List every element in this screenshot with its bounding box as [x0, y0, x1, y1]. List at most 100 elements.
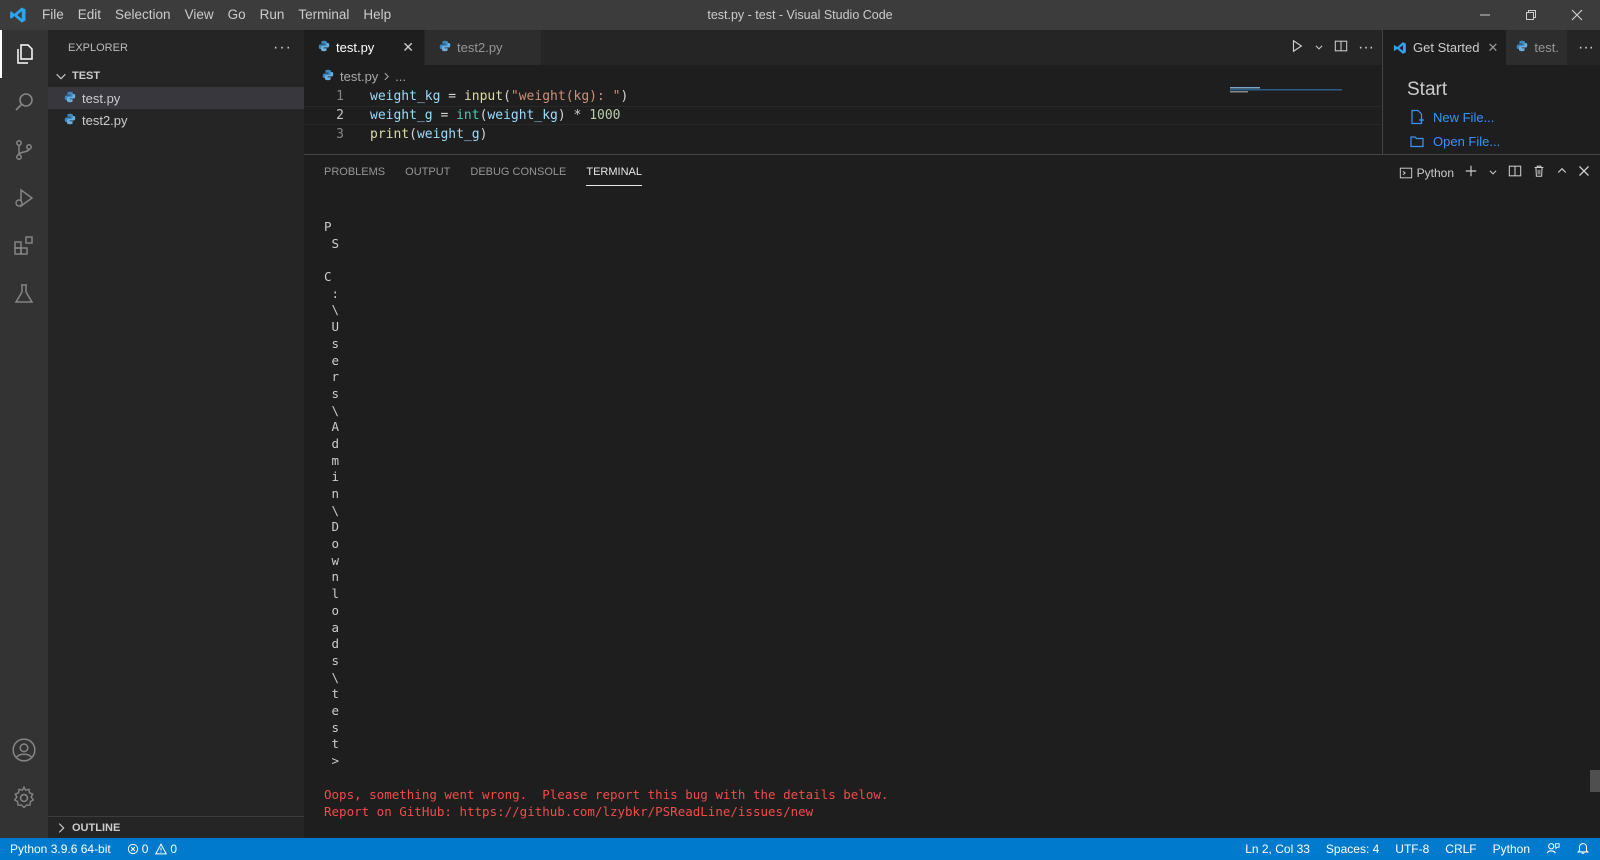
code-line: 1 weight_kg = input("weight(kg): "): [304, 87, 1382, 106]
more-actions-icon[interactable]: ···: [1574, 30, 1594, 65]
line-number: 1: [336, 89, 344, 104]
breadcrumb-symbols[interactable]: ...: [395, 69, 406, 84]
settings-gear-icon[interactable]: [0, 774, 48, 822]
restore-button[interactable]: [1508, 0, 1554, 30]
notifications-bell-icon[interactable]: [1576, 841, 1590, 858]
problems-status[interactable]: 0 0: [127, 842, 177, 856]
terminal-line: P: [324, 219, 332, 234]
token: ): [620, 89, 629, 104]
error-line: Report on GitHub: https://github.com/lzy…: [324, 803, 814, 819]
warning-icon: [155, 843, 168, 855]
folder-section-test[interactable]: TEST: [48, 65, 304, 87]
search-icon[interactable]: [0, 78, 48, 126]
maximize-panel-chevron-up-icon[interactable]: [1556, 165, 1568, 180]
right-editor-group: Get Started ✕ test. ··· Start New File..…: [1382, 30, 1600, 154]
code-line-current: 2 weight_g = int(weight_kg) * 1000: [304, 106, 1382, 125]
terminal-line: l: [324, 586, 340, 602]
code-text: weight_g = int(weight_kg) * 1000: [344, 108, 621, 123]
breadcrumb: test.py ...: [304, 65, 1382, 87]
file-label: test.py: [82, 90, 121, 106]
terminal-shell-selector[interactable]: Python: [1399, 166, 1454, 180]
token: weight_kg: [370, 89, 441, 104]
file-item-test2-py[interactable]: test2.py: [48, 109, 304, 131]
terminal-line: A: [324, 419, 340, 435]
terminal-line: d: [324, 435, 340, 451]
python-interpreter-status[interactable]: Python 3.9.6 64-bit: [10, 842, 111, 856]
minimize-button[interactable]: [1462, 0, 1508, 30]
new-file-link[interactable]: New File...: [1383, 105, 1600, 129]
outline-section[interactable]: OUTLINE: [48, 816, 304, 838]
tab-get-started[interactable]: Get Started ✕: [1383, 30, 1507, 65]
close-window-button[interactable]: [1554, 0, 1600, 30]
accounts-icon[interactable]: [0, 726, 48, 774]
tab-debug-console[interactable]: DEBUG CONSOLE: [470, 155, 566, 190]
menu-file[interactable]: File: [35, 0, 71, 30]
eol-status[interactable]: CRLF: [1445, 842, 1476, 856]
terminal-line: \: [324, 402, 340, 418]
menu-selection[interactable]: Selection: [108, 0, 178, 30]
file-label: test2.py: [82, 112, 128, 128]
testing-flask-icon[interactable]: [0, 270, 48, 318]
python-file-icon: [439, 40, 451, 55]
more-actions-icon[interactable]: ···: [273, 39, 292, 57]
more-actions-icon[interactable]: ···: [1358, 39, 1374, 57]
tab-terminal[interactable]: TERMINAL: [586, 155, 642, 190]
tab-test-py[interactable]: test.py ✕: [304, 30, 426, 65]
run-debug-icon[interactable]: [0, 174, 48, 222]
new-terminal-plus-icon[interactable]: [1464, 164, 1478, 181]
split-editor-icon[interactable]: [1334, 39, 1348, 56]
tab-test2-py[interactable]: test2.py: [425, 30, 542, 65]
chevron-down-icon[interactable]: [1314, 40, 1324, 55]
terminal-line: e: [324, 702, 340, 718]
close-tab-icon[interactable]: ✕: [402, 39, 414, 56]
menu-terminal[interactable]: Terminal: [291, 0, 356, 30]
window-controls: [1462, 0, 1600, 30]
encoding-status[interactable]: UTF-8: [1395, 842, 1429, 856]
close-panel-icon[interactable]: [1578, 165, 1590, 180]
chevron-down-icon[interactable]: [1488, 166, 1498, 180]
open-file-link[interactable]: Open File...: [1383, 129, 1600, 153]
terminal-line: r: [324, 369, 340, 385]
editor-tabs: test.py ✕ test2.py ···: [304, 30, 1382, 65]
terminal-output[interactable]: P S C : \ U s e r s \ A d m i n \ D o w n…: [324, 219, 339, 770]
token: weight_g: [370, 108, 433, 123]
token: print: [370, 127, 410, 142]
chevron-right-icon: [58, 822, 65, 833]
terminal-line: s: [324, 385, 340, 401]
terminal-line: S: [324, 235, 340, 251]
language-mode-status[interactable]: Python: [1493, 842, 1530, 856]
menu-go[interactable]: Go: [221, 0, 253, 30]
editor-group: test.py ✕ test2.py ··· test.py ... 1 wei…: [304, 30, 1382, 154]
vscode-logo-icon: [0, 0, 35, 30]
source-control-icon[interactable]: [0, 126, 48, 174]
cursor-position-status[interactable]: Ln 2, Col 33: [1245, 842, 1310, 856]
split-terminal-icon[interactable]: [1508, 164, 1522, 181]
tab-problems[interactable]: PROBLEMS: [324, 155, 385, 190]
minimap[interactable]: [1230, 87, 1342, 147]
python-file-icon: [322, 69, 334, 84]
menu-edit[interactable]: Edit: [71, 0, 108, 30]
run-python-icon[interactable]: [1290, 39, 1304, 56]
terminal-line: n: [324, 569, 340, 585]
code-area[interactable]: 1 weight_kg = input("weight(kg): ") 2 we…: [304, 87, 1382, 144]
menu-help[interactable]: Help: [356, 0, 398, 30]
trash-icon[interactable]: [1532, 164, 1546, 181]
file-item-test-py[interactable]: test.py: [48, 87, 304, 109]
indentation-status[interactable]: Spaces: 4: [1326, 842, 1379, 856]
breadcrumb-file[interactable]: test.py: [340, 69, 378, 84]
close-tab-icon[interactable]: ✕: [1487, 40, 1498, 56]
terminal-line: \: [324, 669, 340, 685]
token: 1000: [589, 108, 621, 123]
menu-view[interactable]: View: [178, 0, 221, 30]
line-number: 3: [336, 127, 344, 142]
tab-output[interactable]: OUTPUT: [405, 155, 450, 190]
feedback-icon[interactable]: [1546, 841, 1560, 858]
explorer-icon[interactable]: [0, 30, 48, 78]
token: ): [479, 127, 488, 142]
menu-run[interactable]: Run: [253, 0, 292, 30]
terminal-line: C: [324, 269, 332, 285]
terminal-scrollbar[interactable]: [1590, 770, 1600, 792]
tab-test-py-preview[interactable]: test.: [1506, 30, 1567, 65]
terminal-line: o: [324, 536, 340, 552]
extensions-icon[interactable]: [0, 222, 48, 270]
